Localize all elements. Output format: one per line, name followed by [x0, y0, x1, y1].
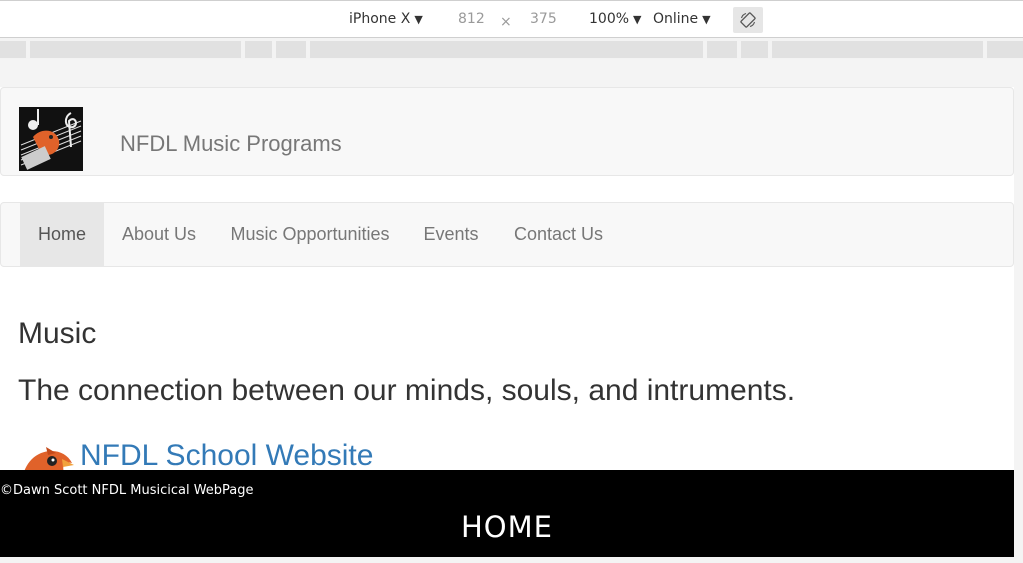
network-value: Online [653, 11, 699, 27]
nav-contact-us[interactable]: Contact Us [496, 203, 621, 266]
page-tagline: The connection between our minds, souls,… [18, 374, 796, 407]
device-name: iPhone X [349, 11, 411, 27]
ruler-segment[interactable] [276, 41, 306, 58]
page-viewport: NFDL Music Programs Home About Us Music … [0, 87, 1014, 557]
music-logo[interactable] [19, 107, 83, 171]
ruler-segment[interactable] [30, 41, 241, 58]
nav-music-opportunities[interactable]: Music Opportunities [214, 203, 406, 266]
site-title[interactable]: NFDL Music Programs [120, 131, 342, 157]
ruler-segment[interactable] [310, 41, 703, 58]
device-caret-icon: ▼ [414, 13, 423, 26]
zoom-caret-icon: ▼ [633, 13, 642, 26]
network-throttle-select[interactable]: Online ▼ [653, 11, 711, 27]
school-website-link[interactable]: NFDL School Website [80, 439, 373, 473]
zoom-select[interactable]: 100% ▼ [589, 11, 642, 27]
ruler-segment[interactable] [707, 41, 737, 58]
device-select[interactable]: iPhone X ▼ [349, 11, 423, 27]
rotate-button[interactable] [733, 7, 763, 33]
ruler-segment[interactable] [0, 41, 26, 58]
device-toolbar: iPhone X ▼ 812 × 375 100% ▼ Online ▼ [0, 0, 1023, 38]
dimension-separator: × [500, 14, 512, 30]
footer-home-link[interactable]: HOME [0, 510, 1014, 544]
canvas-gutter-right [1014, 87, 1023, 563]
network-caret-icon: ▼ [702, 13, 711, 26]
rotate-icon [740, 12, 756, 28]
nav-events[interactable]: Events [406, 203, 496, 266]
ruler-segment[interactable] [987, 41, 1023, 58]
zoom-value: 100% [589, 11, 630, 27]
viewport-width-input[interactable]: 812 [458, 11, 485, 27]
canvas-gutter-bottom [0, 557, 1023, 563]
site-header: NFDL Music Programs [0, 87, 1014, 176]
media-query-ruler[interactable] [0, 38, 1023, 59]
canvas-gutter [0, 59, 1023, 87]
copyright-text: ©Dawn Scott NFDL Musicical WebPage [0, 483, 254, 498]
viewport-height-input[interactable]: 375 [530, 11, 557, 27]
site-footer: ©Dawn Scott NFDL Musicical WebPage HOME [0, 470, 1014, 557]
music-notes-icon [19, 107, 83, 171]
nav-about-us[interactable]: About Us [104, 203, 214, 266]
ruler-segment[interactable] [245, 41, 272, 58]
ruler-segment[interactable] [772, 41, 983, 58]
nav-home[interactable]: Home [20, 203, 104, 266]
ruler-segment[interactable] [741, 41, 768, 58]
page-heading: Music [18, 317, 97, 350]
main-navigation: Home About Us Music Opportunities Events… [0, 202, 1014, 267]
